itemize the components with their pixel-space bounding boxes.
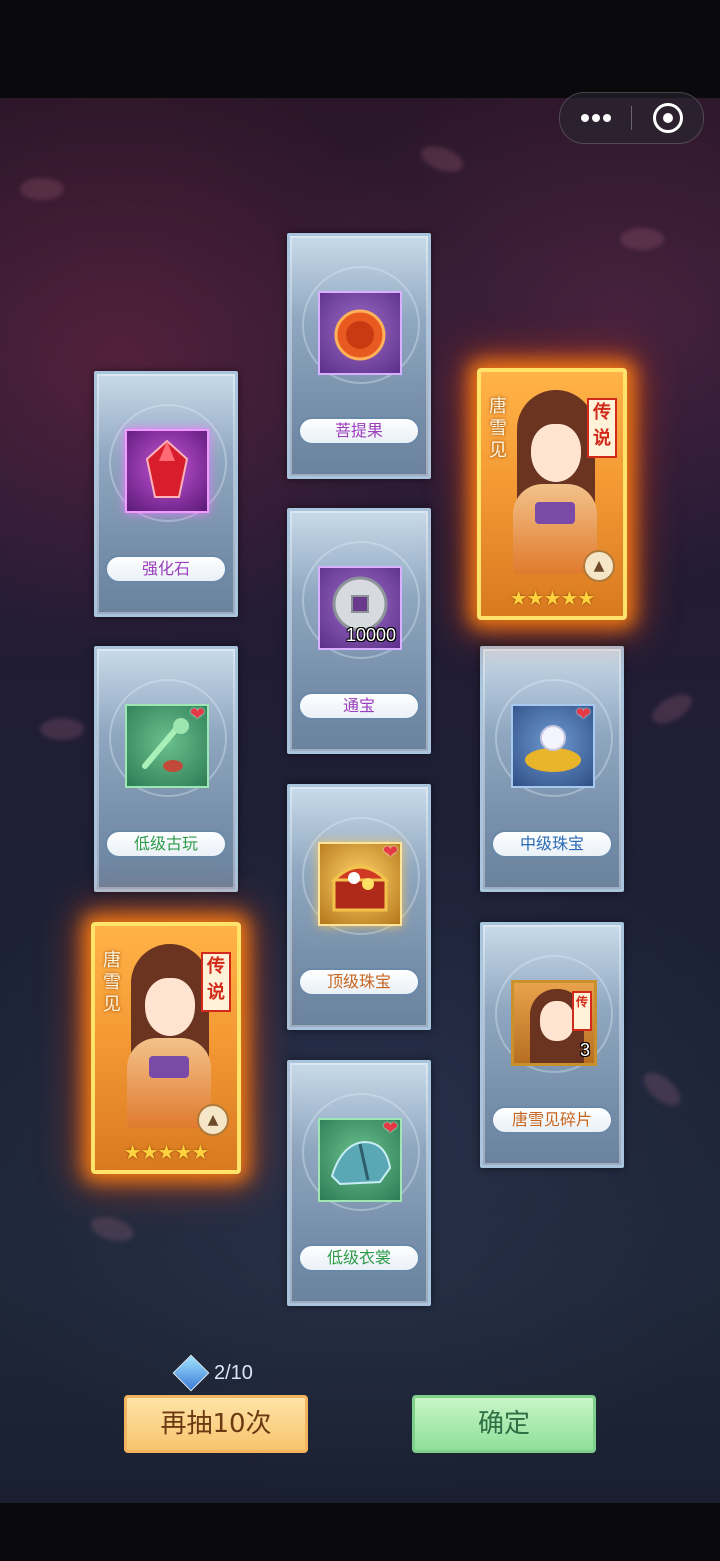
- item-label: 中级珠宝: [491, 830, 613, 858]
- reward-card-mid-jewel[interactable]: ❤ 中级珠宝: [480, 646, 624, 892]
- petal-decoration: [417, 141, 467, 177]
- petal-decoration: [40, 718, 84, 740]
- hero-name: 唐 雪 见: [103, 950, 121, 1015]
- fruit-icon: [318, 291, 402, 375]
- item-label: 顶级珠宝: [298, 968, 420, 996]
- miniprogram-capsule: [559, 92, 704, 144]
- item-label: 低级古玩: [105, 830, 227, 858]
- draw-again-button[interactable]: 再抽10次: [124, 1395, 308, 1453]
- item-label: 通宝: [298, 692, 420, 720]
- jade-antique-icon: ❤: [125, 704, 209, 788]
- legendary-hero-card-top[interactable]: 唐 雪 见 传 说 ▲ ★★★★★: [477, 368, 627, 620]
- petal-decoration: [620, 228, 664, 250]
- reward-card-strengthen-stone[interactable]: 强化石: [94, 371, 238, 617]
- item-label: 低级衣裳: [298, 1244, 420, 1272]
- confirm-button[interactable]: 确定: [412, 1395, 596, 1453]
- coin-icon: 10000: [318, 566, 402, 650]
- reward-card-coin[interactable]: 10000 通宝: [287, 508, 431, 754]
- red-gem-icon: [125, 429, 209, 513]
- reward-card-low-antique[interactable]: ❤ 低级古玩: [94, 646, 238, 892]
- hero-name: 唐 雪 见: [489, 396, 507, 461]
- reward-card-low-clothes[interactable]: ❤ 低级衣裳: [287, 1060, 431, 1306]
- item-label: 唐雪见碎片: [491, 1106, 613, 1134]
- star-rating: ★★★★★: [509, 586, 596, 610]
- faction-emblem-icon: ▲: [197, 1104, 229, 1136]
- treasure-chest-icon: ❤: [318, 842, 402, 926]
- more-dots-icon[interactable]: [560, 93, 631, 143]
- bottom-bar-area: [0, 1503, 720, 1561]
- reward-card-bodhi-fruit[interactable]: 菩提果: [287, 233, 431, 479]
- garment-icon: ❤: [318, 1118, 402, 1202]
- petal-decoration: [638, 1066, 686, 1112]
- draw-count-text: 2/10: [214, 1362, 253, 1384]
- heart-icon: ❤: [382, 1118, 398, 1139]
- hero-portrait: [511, 384, 597, 574]
- status-bar-area: [0, 0, 720, 98]
- heart-icon: ❤: [189, 704, 205, 725]
- heart-icon: ❤: [575, 704, 591, 725]
- target-close-icon[interactable]: [632, 93, 703, 143]
- item-label: 强化石: [105, 555, 227, 583]
- gold-pearl-icon: ❤: [511, 704, 595, 788]
- legendary-tag: 传 说: [201, 952, 231, 1012]
- reward-card-top-jewel[interactable]: ❤ 顶级珠宝: [287, 784, 431, 1030]
- petal-decoration: [87, 1212, 137, 1246]
- item-quantity: 3: [579, 1040, 590, 1060]
- star-rating: ★★★★★: [123, 1140, 210, 1164]
- hero-portrait: [125, 938, 211, 1128]
- legendary-hero-card-left[interactable]: 唐 雪 见 传 说 ▲ ★★★★★: [91, 922, 241, 1174]
- legendary-tag: 传 说: [587, 398, 617, 458]
- item-quantity: 10000: [345, 625, 396, 645]
- heart-icon: ❤: [382, 842, 398, 863]
- fragment-rarity-tag: 传: [572, 991, 592, 1031]
- faction-emblem-icon: ▲: [583, 550, 615, 582]
- hero-fragment-icon: 传 3: [511, 980, 597, 1066]
- petal-decoration: [20, 178, 64, 200]
- reward-card-hero-fragment[interactable]: 传 3 唐雪见碎片: [480, 922, 624, 1168]
- item-label: 菩提果: [298, 417, 420, 445]
- petal-decoration: [647, 688, 697, 730]
